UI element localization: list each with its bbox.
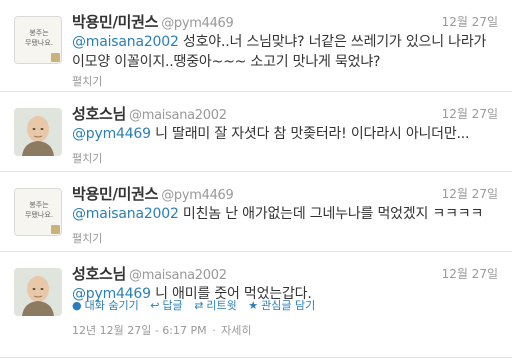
timeline: 봉주는 무됐나요. 박용민/미권스 @pym4469 12월 27일 @maisa… xyxy=(0,0,512,358)
author-name[interactable]: 성호스님 @maisana2002 xyxy=(72,103,227,124)
username[interactable]: @pym4469 xyxy=(161,16,234,31)
avatar-image xyxy=(14,108,62,156)
avatar[interactable] xyxy=(14,268,62,316)
display-name[interactable]: 박용민/미권스 xyxy=(72,185,158,203)
display-name[interactable]: 성호스님 xyxy=(72,265,126,283)
tweet[interactable]: 성호스님 @maisana2002 12월 27일 @pym4469 니 딸래미 … xyxy=(0,92,512,172)
avatar-image xyxy=(14,268,62,316)
tweet-timestamp[interactable]: 12년 12월 27일 - 6:17 PM xyxy=(72,324,207,337)
tweet-body: 니 딸래미 잘 자셧다 참 맛좆터라! 이다라시 아니더만... xyxy=(150,126,470,142)
favorite-button[interactable]: ★ 관심글 담기 xyxy=(248,297,315,313)
tweet-date[interactable]: 12월 27일 xyxy=(442,185,498,202)
avatar[interactable]: 봉주는 무됐나요. xyxy=(14,16,62,64)
avatar[interactable] xyxy=(14,108,62,156)
details-link[interactable]: 자세히 xyxy=(221,324,251,337)
tweet[interactable]: 봉주는 무됐나요. 박용민/미권스 @pym4469 12월 27일 @maisa… xyxy=(0,172,512,252)
tweet[interactable]: 봉주는 무됐나요. 박용민/미권스 @pym4469 12월 27일 @maisa… xyxy=(0,0,512,92)
expand-link[interactable]: 펼치기 xyxy=(72,73,102,89)
username[interactable]: @maisana2002 xyxy=(129,268,227,283)
author-name[interactable]: 박용민/미권스 @pym4469 xyxy=(72,183,234,204)
mention-link[interactable]: @maisana2002 xyxy=(72,34,179,50)
username[interactable]: @maisana2002 xyxy=(129,108,227,123)
svg-text:봉주는: 봉주는 xyxy=(29,29,49,37)
tweet-date[interactable]: 12월 27일 xyxy=(442,105,498,122)
tweet-text: @maisana2002 미친놈 난 애가없는데 그네누나를 먹었겠지 ㅋㅋㅋㅋ xyxy=(72,204,502,224)
action-label: 리트윗 xyxy=(206,299,237,312)
author-name[interactable]: 성호스님 @maisana2002 xyxy=(72,263,227,284)
svg-text:무됐나요.: 무됐나요. xyxy=(25,38,53,47)
username[interactable]: @pym4469 xyxy=(161,188,234,203)
tweet-date[interactable]: 12월 27일 xyxy=(442,13,498,30)
tweet-date[interactable]: 12월 27일 xyxy=(442,265,498,282)
svg-text:무됐나요.: 무됐나요. xyxy=(25,210,53,219)
star-icon: ★ xyxy=(248,299,259,312)
expand-link[interactable]: 펼치기 xyxy=(72,150,102,166)
action-label: 대화 숨기기 xyxy=(84,299,139,312)
expand-link[interactable]: 펼치기 xyxy=(72,230,102,246)
author-name[interactable]: 박용민/미권스 @pym4469 xyxy=(72,11,234,32)
action-label: 관심글 담기 xyxy=(261,299,316,312)
action-label: 답글 xyxy=(162,299,183,312)
avatar[interactable]: 봉주는 무됐나요. xyxy=(14,188,62,236)
display-name[interactable]: 성호스님 xyxy=(72,105,126,123)
reply-button[interactable]: ↩ 답글 xyxy=(150,297,182,313)
display-name[interactable]: 박용민/미권스 xyxy=(72,13,158,31)
tweet-body: 미친놈 난 애가없는데 그네누나를 먹었겠지 ㅋㅋㅋㅋ xyxy=(178,206,484,222)
reply-icon: ↩ xyxy=(150,299,160,312)
hide-conversation-button[interactable]: ● 대화 숨기기 xyxy=(72,297,139,313)
tweet-actions: ● 대화 숨기기 ↩ 답글 ⇄ 리트윗 ★ 관심글 담기 xyxy=(72,297,323,313)
mention-link[interactable]: @pym4469 xyxy=(72,126,151,142)
avatar-image: 봉주는 무됐나요. xyxy=(15,189,61,235)
meta-separator: · xyxy=(212,324,216,337)
svg-text:봉주는: 봉주는 xyxy=(29,201,49,209)
tweet-text: @maisana2002 성호야..너 스님맞냐? 너같은 쓰레기가 있으니 나… xyxy=(72,32,502,72)
mention-link[interactable]: @maisana2002 xyxy=(72,206,179,222)
avatar-image: 봉주는 무됐나요. xyxy=(15,17,61,63)
retweet-button[interactable]: ⇄ 리트윗 xyxy=(194,297,237,313)
tweet-meta: 12년 12월 27일 - 6:17 PM · 자세히 xyxy=(72,322,254,338)
retweet-icon: ⇄ xyxy=(194,299,204,312)
tweet-text: @pym4469 니 딸래미 잘 자셧다 참 맛좆터라! 이다라시 아니더만..… xyxy=(72,124,502,144)
tweet[interactable]: 성호스님 @maisana2002 12월 27일 @pym4469 니 애미를 … xyxy=(0,252,512,358)
conversation-icon: ● xyxy=(72,299,82,312)
